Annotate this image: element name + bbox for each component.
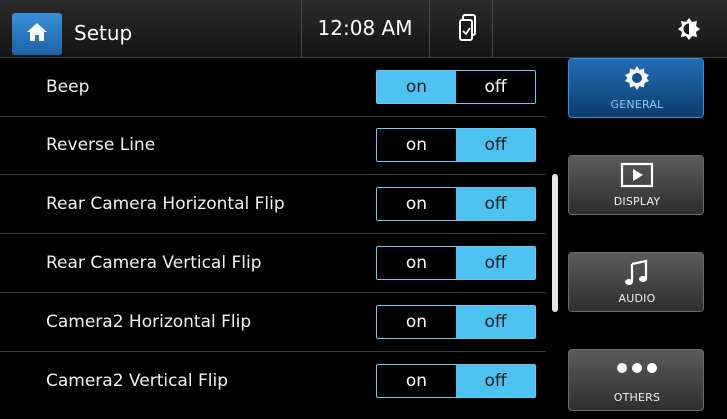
scrollbar-thumb[interactable] [552,174,558,312]
play-screen-icon [569,162,705,192]
toggle-off-option[interactable]: off [456,306,535,338]
setting-row-reverse-line: Reverse Line on off [0,116,546,175]
home-button[interactable] [12,13,62,55]
sidebar-item-general[interactable]: GENERAL [568,58,704,118]
rear-camera-vertical-flip-toggle[interactable]: on off [376,246,536,280]
sidebar-item-label: GENERAL [610,98,664,111]
setting-label: Rear Camera Vertical Flip [46,253,262,273]
clock: 12:08 AM [317,16,413,40]
camera2-vertical-flip-toggle[interactable]: on off [376,364,536,398]
sidebar-item-display[interactable]: DISPLAY [568,155,704,215]
setting-row-beep: Beep on off [0,58,546,117]
camera2-horizontal-flip-toggle[interactable]: on off [376,305,536,339]
setting-label: Reverse Line [46,135,156,155]
sidebar-item-label: AUDIO [618,292,656,305]
rear-camera-horizontal-flip-toggle[interactable]: on off [376,187,536,221]
toggle-on-option[interactable]: on [377,129,456,161]
phone-link-icon[interactable] [458,14,480,46]
setting-label: Beep [46,77,90,97]
setting-row-camera2-horizontal-flip: Camera2 Horizontal Flip on off [0,293,546,352]
header-divider [429,0,430,57]
toggle-off-option[interactable]: off [456,365,535,397]
more-dots-icon [569,356,705,384]
setting-row-rear-camera-horizontal-flip: Rear Camera Horizontal Flip on off [0,175,546,234]
toggle-on-option[interactable]: on [377,71,456,103]
beep-toggle[interactable]: on off [376,70,536,104]
toggle-on-option[interactable]: on [377,247,456,279]
page-title: Setup [74,21,133,45]
toggle-on-option[interactable]: on [377,306,456,338]
home-icon [26,22,48,46]
settings-list: Beep on off Reverse Line on off Rear Cam… [0,58,546,419]
toggle-off-option[interactable]: off [456,71,535,103]
gear-icon [569,65,705,95]
music-note-icon [569,259,705,291]
sidebar-item-others[interactable]: OTHERS [568,349,704,411]
setting-row-rear-camera-vertical-flip: Rear Camera Vertical Flip on off [0,234,546,293]
reverse-line-toggle[interactable]: on off [376,128,536,162]
brightness-icon[interactable] [678,18,700,44]
sidebar-item-audio[interactable]: AUDIO [568,252,704,312]
setting-label: Camera2 Horizontal Flip [46,312,252,332]
sidebar-item-label: OTHERS [613,391,661,404]
toggle-off-option[interactable]: off [456,188,535,220]
toggle-on-option[interactable]: on [377,188,456,220]
setting-row-camera2-vertical-flip: Camera2 Vertical Flip on off [0,352,546,410]
header-divider [492,0,493,57]
toggle-off-option[interactable]: off [456,247,535,279]
sidebar-item-label: DISPLAY [613,195,661,208]
toggle-on-option[interactable]: on [377,365,456,397]
header-bar: Setup 12:08 AM [0,0,727,58]
toggle-off-option[interactable]: off [456,129,535,161]
setting-label: Rear Camera Horizontal Flip [46,194,285,214]
setting-label: Camera2 Vertical Flip [46,371,228,391]
